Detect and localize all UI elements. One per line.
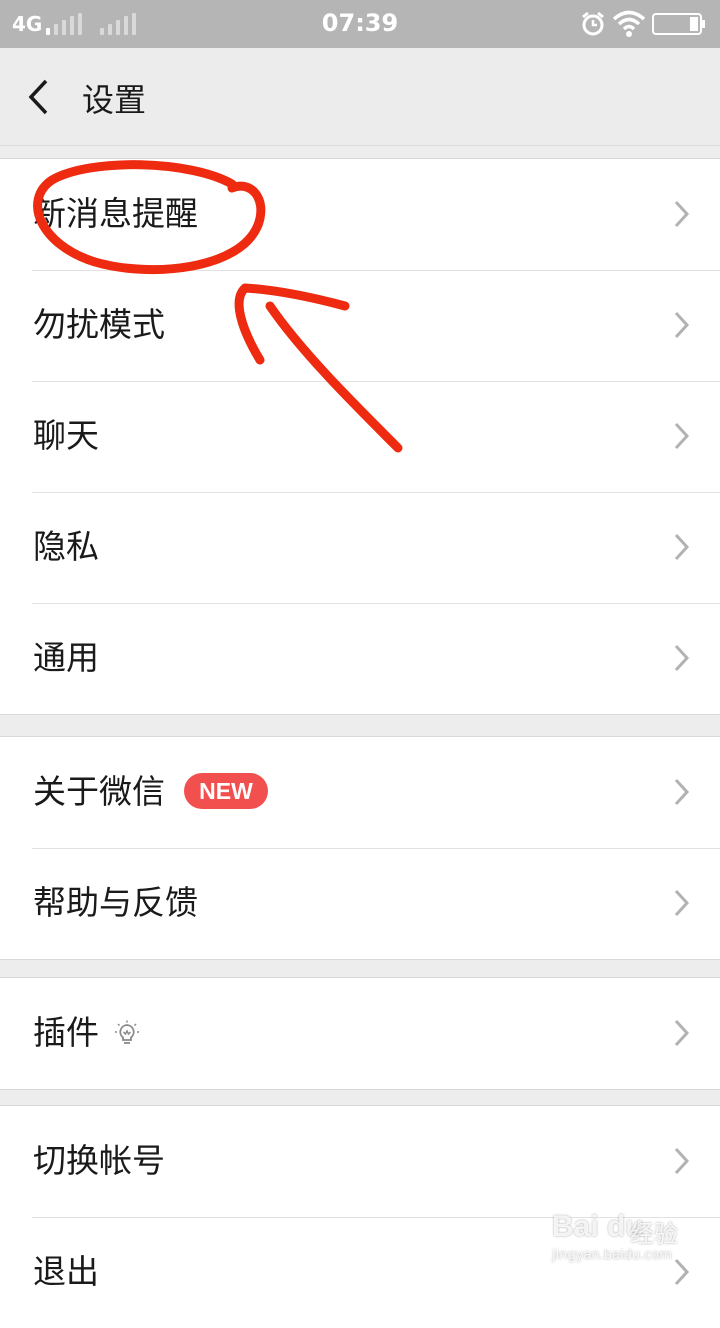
settings-item-label: 勿扰模式 bbox=[33, 305, 165, 344]
settings-item-privacy[interactable]: 隐私 bbox=[0, 492, 720, 603]
settings-item-plugins[interactable]: 插件 bbox=[0, 978, 720, 1089]
chevron-right-icon bbox=[674, 1019, 690, 1047]
chevron-right-icon bbox=[674, 644, 690, 672]
chevron-right-icon bbox=[674, 200, 690, 228]
chevron-right-icon bbox=[674, 533, 690, 561]
chevron-right-icon bbox=[674, 1147, 690, 1175]
status-bar: 4G 07:39 bbox=[0, 0, 720, 48]
nav-bar: 设置 bbox=[0, 48, 720, 146]
watermark-text: 经验 bbox=[630, 1220, 678, 1248]
settings-item-general[interactable]: 通用 bbox=[0, 603, 720, 714]
watermark: Bai du 经验 jingyan.baidu.com bbox=[552, 1200, 712, 1270]
alarm-icon bbox=[580, 11, 606, 41]
settings-item-label: 新消息提醒 bbox=[33, 194, 198, 233]
chevron-right-icon bbox=[674, 422, 690, 450]
settings-group-3: 插件 bbox=[0, 977, 720, 1090]
page-title: 设置 bbox=[82, 81, 147, 119]
chevron-right-icon bbox=[674, 311, 690, 339]
watermark-url: jingyan.baidu.com bbox=[552, 1248, 672, 1263]
new-badge: NEW bbox=[184, 773, 268, 809]
settings-item-about-wechat[interactable]: 关于微信 NEW bbox=[0, 737, 720, 848]
chevron-left-icon[interactable] bbox=[24, 78, 54, 120]
settings-item-label: 退出 bbox=[33, 1252, 99, 1291]
settings-group-1: 新消息提醒 勿扰模式 聊天 隐私 通用 bbox=[0, 158, 720, 715]
settings-item-do-not-disturb[interactable]: 勿扰模式 bbox=[0, 270, 720, 381]
settings-item-chat[interactable]: 聊天 bbox=[0, 381, 720, 492]
chevron-right-icon bbox=[674, 778, 690, 806]
settings-item-label: 聊天 bbox=[33, 416, 99, 455]
wifi-icon bbox=[612, 9, 646, 41]
settings-item-label: 通用 bbox=[33, 638, 99, 677]
battery-icon bbox=[652, 13, 706, 39]
settings-item-label: 切换帐号 bbox=[33, 1141, 165, 1180]
chevron-right-icon bbox=[674, 889, 690, 917]
settings-item-new-message-alerts[interactable]: 新消息提醒 bbox=[0, 159, 720, 270]
settings-item-label: 插件 bbox=[33, 1013, 99, 1052]
settings-item-help-feedback[interactable]: 帮助与反馈 bbox=[0, 848, 720, 959]
settings-item-label: 关于微信 bbox=[33, 772, 165, 811]
lightbulb-icon bbox=[114, 1020, 140, 1050]
settings-item-label: 帮助与反馈 bbox=[33, 883, 198, 922]
settings-item-label: 隐私 bbox=[33, 527, 99, 566]
settings-group-2: 关于微信 NEW 帮助与反馈 bbox=[0, 736, 720, 960]
